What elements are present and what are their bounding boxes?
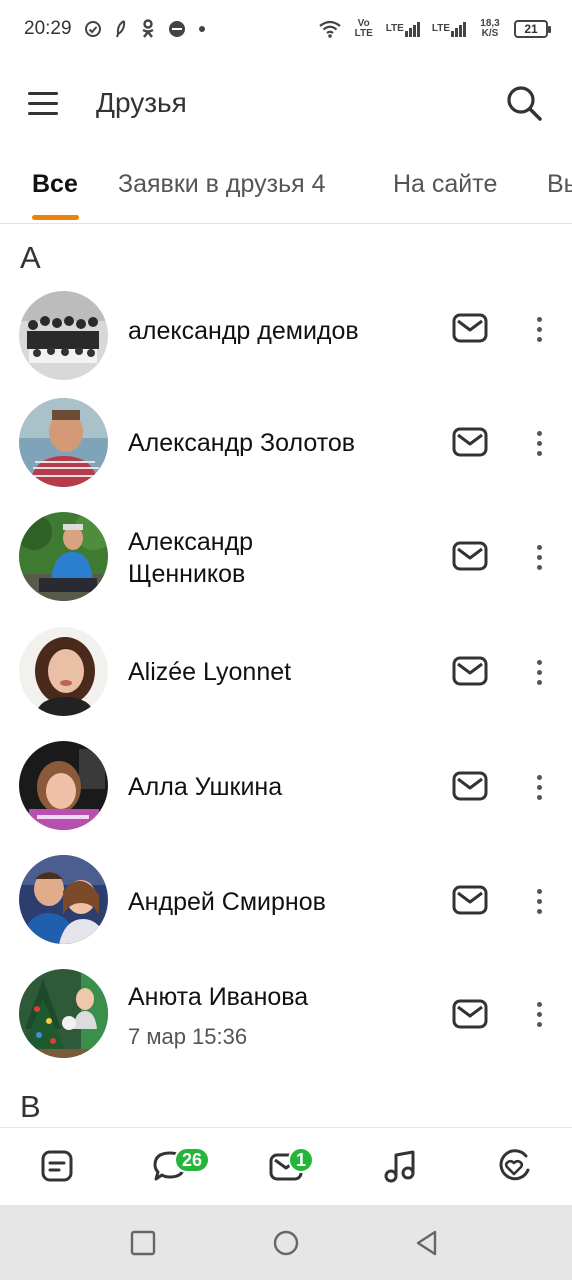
last-seen-time: 7 мар 15:36 xyxy=(128,1024,248,1049)
avatar[interactable] xyxy=(19,969,108,1058)
avatar[interactable] xyxy=(19,291,108,380)
search-icon[interactable] xyxy=(504,83,544,123)
tab-online[interactable]: На сайте xyxy=(393,170,497,199)
more-options-icon[interactable] xyxy=(528,654,550,690)
avatar[interactable] xyxy=(19,855,108,944)
message-icon[interactable] xyxy=(452,427,488,457)
more-options-icon[interactable] xyxy=(528,769,550,805)
avatar[interactable] xyxy=(19,512,108,601)
more-options-icon[interactable] xyxy=(528,883,550,919)
message-icon[interactable] xyxy=(452,656,488,686)
message-icon[interactable] xyxy=(452,313,488,343)
discussions-badge: 26 xyxy=(174,1147,211,1173)
avatar[interactable] xyxy=(19,398,108,487)
wifi-icon xyxy=(318,20,342,38)
list-item[interactable]: Андрей Смирнов xyxy=(0,855,572,969)
section-letter: В xyxy=(20,1089,41,1124)
list-item[interactable]: Alizée Lyonnet xyxy=(0,627,572,741)
friend-name: Alizée Lyonnet xyxy=(128,658,292,686)
tab-friend-requests[interactable]: Заявки в друзья 4 xyxy=(118,170,325,199)
ok-logo-icon xyxy=(140,19,156,39)
friend-name: Андрей Смирнов xyxy=(128,888,326,916)
dot-icon xyxy=(198,25,206,33)
menu-button[interactable] xyxy=(28,86,62,120)
friend-name: Анюта Иванова xyxy=(128,983,309,1011)
menu-icon-line xyxy=(28,111,58,115)
list-item[interactable]: александр демидов xyxy=(0,285,572,399)
lte-signal-1: LTE xyxy=(386,21,420,37)
volte-indicator: Vo LTE xyxy=(354,18,373,39)
status-right: Vo LTE LTE LTE 18,3 K/S 21 xyxy=(318,18,551,39)
home-icon[interactable] xyxy=(272,1229,300,1257)
back-icon[interactable] xyxy=(413,1229,441,1257)
recent-apps-icon[interactable] xyxy=(129,1229,157,1257)
notifications-icon[interactable] xyxy=(494,1146,534,1186)
friend-name: Александр Золотов xyxy=(128,429,356,457)
lte-label-1: LTE xyxy=(385,23,404,34)
music-icon[interactable] xyxy=(380,1146,420,1186)
check-circle-icon xyxy=(84,20,102,38)
lte-signal-2: LTE xyxy=(432,21,466,37)
active-tab-indicator xyxy=(32,215,79,220)
more-options-icon[interactable] xyxy=(528,539,550,575)
section-letter: А xyxy=(20,240,41,275)
status-left: 20:29 xyxy=(24,18,206,40)
app-badge-icon xyxy=(168,20,186,38)
network-speed: 18,3 K/S xyxy=(480,18,500,39)
list-item[interactable]: Александр Щенников xyxy=(0,512,572,626)
menu-icon-line xyxy=(28,101,58,105)
message-icon[interactable] xyxy=(452,999,488,1029)
tab-all[interactable]: Все xyxy=(32,170,78,199)
list-item[interactable]: Анюта Иванова 7 мар 15:36 xyxy=(0,969,572,1083)
avatar[interactable] xyxy=(19,627,108,716)
tab-more[interactable]: Вы xyxy=(547,170,572,199)
list-item[interactable]: Александр Золотов xyxy=(0,398,572,512)
feather-icon xyxy=(114,20,128,38)
avatar[interactable] xyxy=(19,741,108,830)
battery-indicator: 21 xyxy=(514,20,551,38)
lte-label-2: LTE xyxy=(431,23,450,34)
messages-badge: 1 xyxy=(288,1147,315,1173)
app-bar: Друзья xyxy=(0,58,572,148)
status-bar: 20:29 Vo LTE LTE LTE 18,3 K/S 21 xyxy=(0,0,572,58)
list-item[interactable]: Алла Ушкина xyxy=(0,741,572,855)
menu-icon-line xyxy=(28,91,58,95)
friend-name: Алла Ушкина xyxy=(128,773,283,801)
more-options-icon[interactable] xyxy=(528,425,550,461)
tab-bar: Все Заявки в друзья 4 На сайте Вы xyxy=(0,150,572,224)
friend-name: александр демидов xyxy=(128,317,359,345)
more-options-icon[interactable] xyxy=(528,311,550,347)
feed-icon[interactable] xyxy=(37,1146,77,1186)
friend-name: Александр Щенников xyxy=(128,528,254,588)
message-icon[interactable] xyxy=(452,771,488,801)
bottom-navigation: 26 1 xyxy=(0,1127,572,1205)
more-options-icon[interactable] xyxy=(528,996,550,1032)
page-title: Друзья xyxy=(96,87,187,118)
message-icon[interactable] xyxy=(452,885,488,915)
system-navigation-bar xyxy=(0,1205,572,1280)
message-icon[interactable] xyxy=(452,541,488,571)
status-time: 20:29 xyxy=(24,18,72,39)
